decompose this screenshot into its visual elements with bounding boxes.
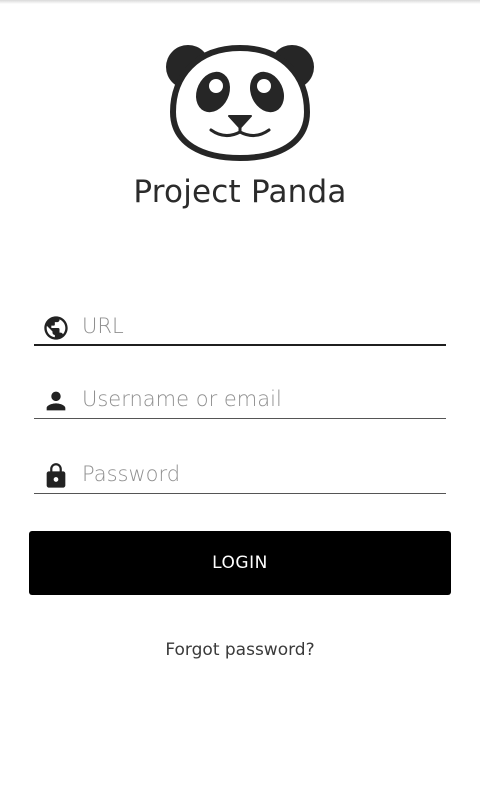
forgot-password-link[interactable]: Forgot password? <box>0 640 480 660</box>
person-icon <box>46 391 66 411</box>
login-screen: Project Panda LOGIN Forgot password? <box>0 0 480 789</box>
url-underline <box>34 344 446 346</box>
username-input[interactable] <box>82 379 442 419</box>
password-underline <box>34 493 446 494</box>
url-field[interactable] <box>34 306 446 346</box>
username-field[interactable] <box>34 379 446 419</box>
globe-icon <box>44 316 68 340</box>
panda-logo-icon <box>166 44 314 162</box>
url-input[interactable] <box>82 306 442 346</box>
username-underline <box>34 418 446 419</box>
password-field[interactable] <box>34 454 446 494</box>
password-input[interactable] <box>82 454 442 494</box>
lock-icon <box>46 463 66 488</box>
status-bar-shadow <box>0 0 480 4</box>
app-title: Project Panda <box>133 174 347 210</box>
login-button[interactable]: LOGIN <box>29 531 451 595</box>
